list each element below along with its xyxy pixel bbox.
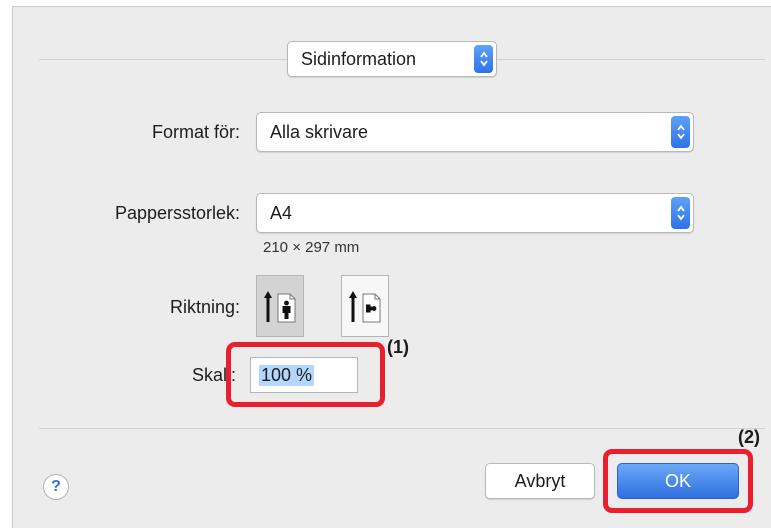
paper-size-label: Pappersstorlek: [114,203,240,223]
paper-size-popup[interactable]: A4 [256,193,694,233]
callout-two: (2) [738,427,760,447]
orientation-label: Riktning: [169,297,240,317]
landscape-orientation-icon [349,291,381,323]
chevron-updown-icon [474,45,493,73]
paper-dimensions: 210 × 297 mm [263,239,360,256]
help-button[interactable]: ? [43,474,69,500]
chevron-updown-icon [671,197,690,229]
paper-size-popup-value: A4 [270,202,293,223]
orientation-landscape-button[interactable] [341,275,389,337]
cancel-button[interactable]: Avbryt [485,463,595,499]
scale-highlight [226,342,385,407]
page-setup-dialog: Sidinformation Format för: Alla skrivare… [12,6,771,528]
scale-label: Skal [191,365,227,385]
section-popup-value: Sidinformation [301,48,417,69]
portrait-orientation-icon [264,291,296,323]
chevron-updown-icon [671,116,690,148]
orientation-portrait-button[interactable] [256,275,304,337]
format-popup[interactable]: Alla skrivare [256,112,694,152]
section-popup[interactable]: Sidinformation [287,41,497,77]
ok-button[interactable]: OK [617,463,739,499]
format-label: Format för: [151,122,240,142]
bottom-separator [39,428,765,429]
format-popup-value: Alla skrivare [270,121,369,142]
callout-one: (1) [387,337,409,357]
